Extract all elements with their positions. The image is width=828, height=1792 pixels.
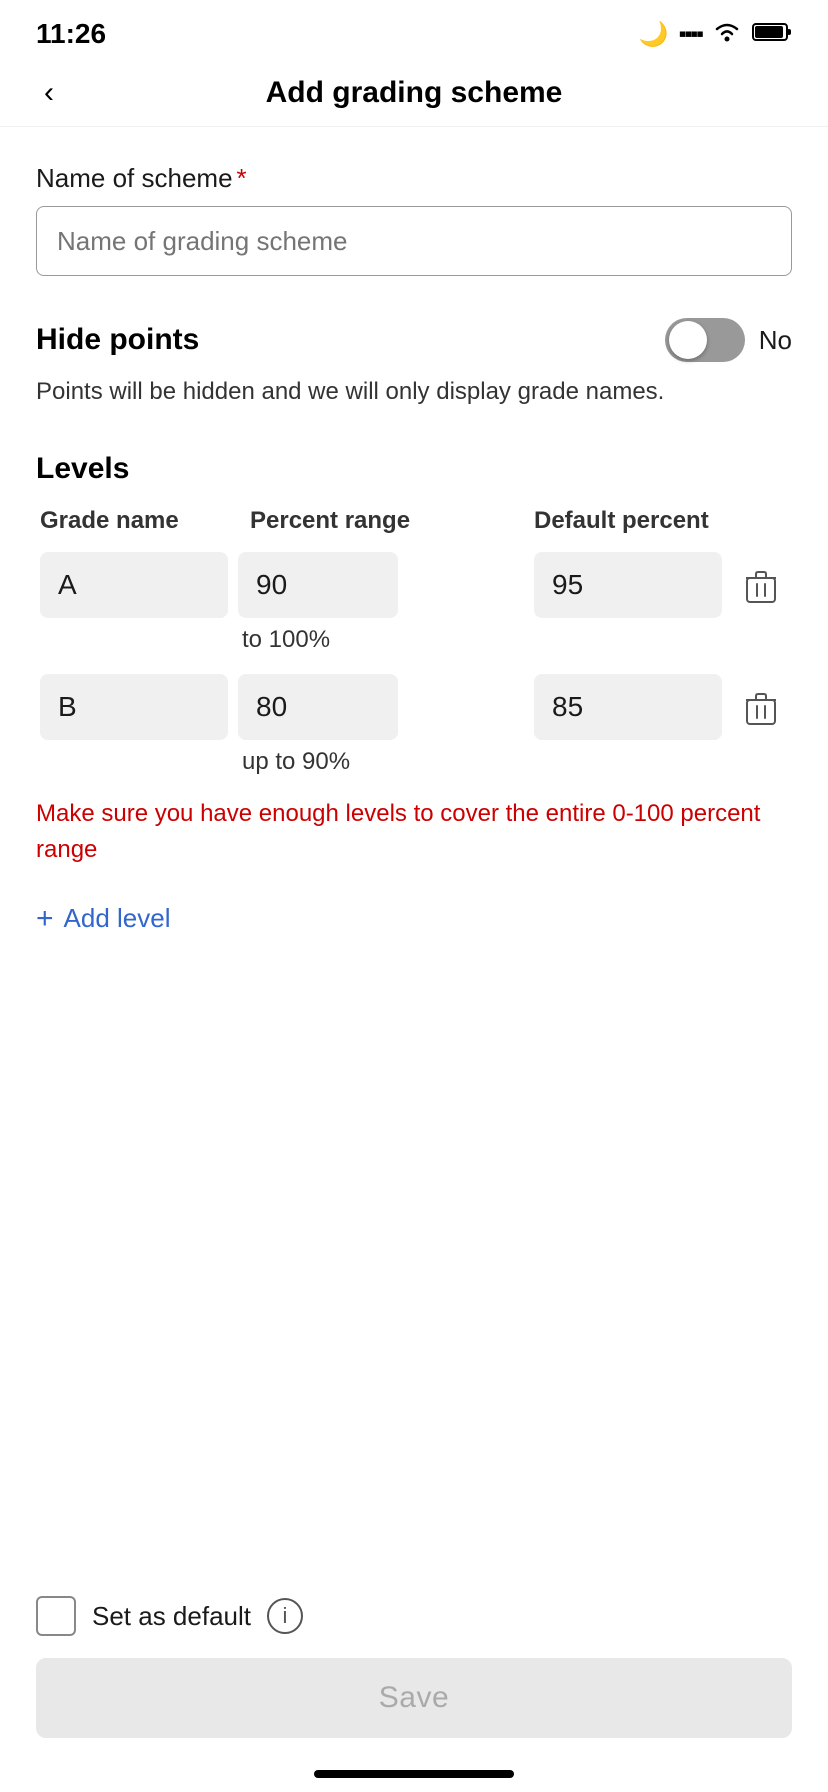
form-content: Name of scheme* Hide points No Points wi…: [0, 127, 828, 942]
required-asterisk: *: [237, 163, 247, 193]
home-indicator: [314, 1770, 514, 1778]
percent-input-2[interactable]: [238, 674, 398, 740]
default-col-2: [534, 674, 734, 740]
levels-header: Grade name Percent range Default percent: [36, 504, 792, 538]
set-default-row: Set as default i: [36, 1596, 792, 1636]
signal-icon: ▪▪▪▪: [679, 21, 702, 47]
add-level-button[interactable]: + Add level: [36, 896, 171, 942]
delete-col-2: [734, 674, 788, 739]
hide-points-description: Points will be hidden and we will only d…: [36, 374, 792, 410]
levels-title: Levels: [36, 452, 792, 486]
col-header-percent: Percent range: [240, 504, 534, 538]
default-col-1: [534, 552, 734, 618]
save-button[interactable]: Save: [36, 1658, 792, 1738]
info-icon[interactable]: i: [267, 1598, 303, 1634]
default-input-1[interactable]: [534, 552, 722, 618]
delete-col-1: [734, 552, 788, 617]
default-input-2[interactable]: [534, 674, 722, 740]
level-row-1: to 100%: [36, 552, 792, 654]
level-row-2: up to 90%: [36, 674, 792, 776]
grade-input-2[interactable]: [40, 674, 228, 740]
set-default-label: Set as default: [92, 1601, 251, 1632]
delete-row-1-button[interactable]: [740, 564, 782, 617]
hide-points-row: Hide points No: [36, 318, 792, 362]
name-field-label: Name of scheme*: [36, 163, 792, 194]
name-field-section: Name of scheme*: [36, 163, 792, 276]
percent-col-1: to 100%: [228, 552, 534, 654]
levels-section: Levels Grade name Percent range Default …: [36, 452, 792, 942]
back-button[interactable]: ‹: [36, 72, 62, 114]
page-header: ‹ Add grading scheme: [0, 60, 828, 127]
percent-input-1[interactable]: [238, 552, 398, 618]
percent-range-label-2: up to 90%: [238, 748, 534, 776]
percent-range-label-1: to 100%: [238, 626, 534, 654]
hide-points-toggle[interactable]: [665, 318, 745, 362]
delete-row-2-button[interactable]: [740, 686, 782, 739]
hide-points-section: Hide points No Points will be hidden and…: [36, 318, 792, 410]
status-time: 11:26: [36, 18, 106, 50]
battery-icon: [752, 21, 792, 48]
add-level-plus-icon: +: [36, 902, 54, 936]
wifi-icon: [712, 21, 742, 48]
moon-icon: 🌙: [639, 20, 669, 49]
col-header-default: Default percent: [534, 504, 734, 538]
toggle-container: No: [665, 318, 792, 362]
col-header-grade: Grade name: [40, 504, 240, 538]
hide-points-label: Hide points: [36, 323, 199, 357]
grade-input-1[interactable]: [40, 552, 228, 618]
scheme-name-input[interactable]: [36, 206, 792, 276]
set-default-checkbox[interactable]: [36, 1596, 76, 1636]
warning-text: Make sure you have enough levels to cove…: [36, 796, 792, 868]
toggle-status: No: [759, 325, 792, 356]
percent-col-2: up to 90%: [228, 674, 534, 776]
status-bar: 11:26 🌙 ▪▪▪▪: [0, 0, 828, 60]
bottom-section: Set as default i Save: [0, 1568, 828, 1792]
page-title: Add grading scheme: [266, 76, 563, 110]
add-level-label: Add level: [64, 903, 171, 934]
toggle-knob: [669, 321, 707, 359]
status-icons: 🌙 ▪▪▪▪: [639, 20, 792, 49]
